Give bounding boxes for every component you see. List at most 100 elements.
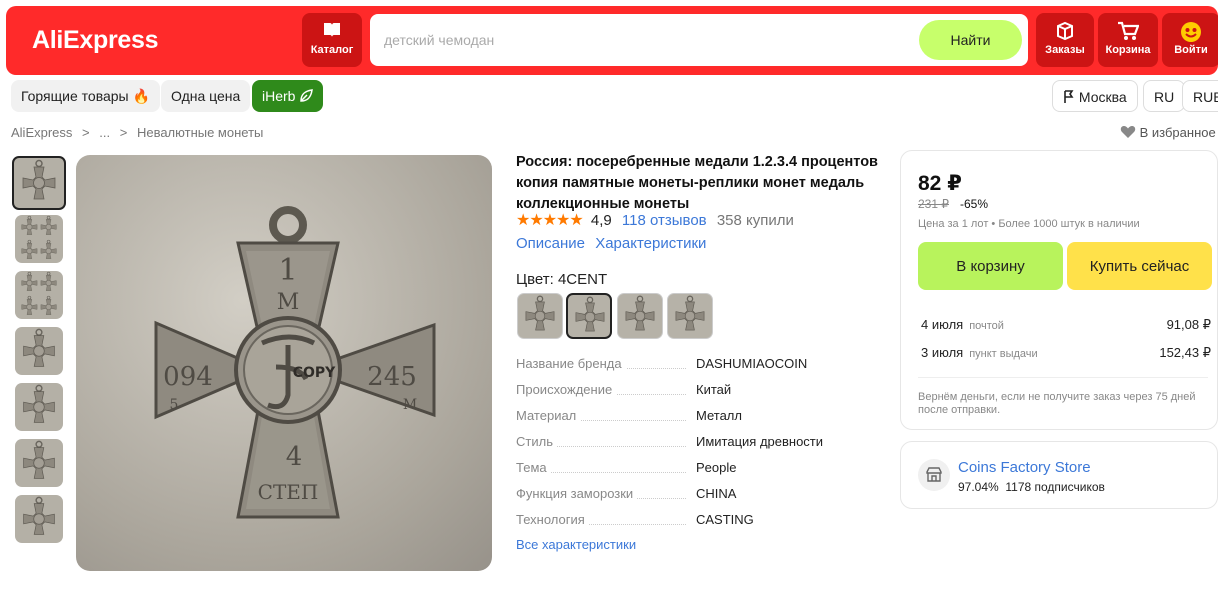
copy-stamp: COPY xyxy=(293,365,336,381)
breadcrumb: AliExpress > ... > Невалютные монеты xyxy=(11,125,269,140)
spec-value: Металл xyxy=(696,408,742,423)
medal-swatch-icon xyxy=(625,295,655,331)
language-selector[interactable]: RU xyxy=(1143,80,1186,112)
medal-text-bottom-word: СТЕП xyxy=(258,480,319,504)
city-label: Москва xyxy=(1078,89,1127,105)
store-followers: 1178 подписчиков xyxy=(1005,480,1105,494)
catalog-button[interactable]: Каталог xyxy=(302,13,362,67)
spec-key: Технология xyxy=(516,512,589,527)
store-name[interactable]: Coins Factory Store xyxy=(958,459,1091,476)
heart-icon xyxy=(1120,125,1140,140)
star-rating-icon: ★★★★★ xyxy=(516,212,584,229)
tab-description[interactable]: Описание xyxy=(516,235,585,252)
breadcrumb-separator: > xyxy=(82,125,90,140)
store-meta: 97.04% 1178 подписчиков xyxy=(958,480,1105,494)
catalog-label: Каталог xyxy=(310,44,354,56)
shipping-date: 3 июля xyxy=(921,345,964,360)
medal-text-bottom: 4 xyxy=(286,442,303,472)
search-input[interactable] xyxy=(384,14,904,66)
thumbnail-5[interactable] xyxy=(15,383,63,431)
spec-row: Стиль Имитация древности xyxy=(516,434,876,460)
location-pin-icon xyxy=(1063,89,1079,105)
orders-label: Заказы xyxy=(1045,44,1085,56)
discount-badge: -65% xyxy=(960,197,989,211)
smiley-icon xyxy=(1162,21,1218,42)
search-bar: Найти xyxy=(370,14,1028,66)
buy-now-button[interactable]: Купить сейчас xyxy=(1067,242,1212,290)
product-tabs: Описание Характеристики xyxy=(516,235,712,252)
store-rating: 97.04% xyxy=(958,480,999,494)
product-title: Россия: посеребренные медали 1.2.3.4 про… xyxy=(516,154,878,212)
cart-button[interactable]: Корзина xyxy=(1098,13,1158,67)
medal-thumbnail-icon xyxy=(22,384,56,424)
reviews-link[interactable]: 118 отзывов xyxy=(622,212,707,229)
cart-label: Корзина xyxy=(1105,44,1151,56)
color-swatch-4[interactable] xyxy=(667,293,713,339)
add-to-cart-button[interactable]: В корзину xyxy=(918,242,1063,290)
thumbnail-2[interactable] xyxy=(15,215,63,263)
currency-selector[interactable]: RUB xyxy=(1182,80,1218,112)
login-button[interactable]: Войти xyxy=(1162,13,1218,67)
medal-swatch-icon xyxy=(525,295,555,331)
breadcrumb-ellipsis[interactable]: ... xyxy=(99,125,110,140)
medal-text-right-small: М xyxy=(403,397,417,413)
breadcrumb-home[interactable]: AliExpress xyxy=(11,125,72,140)
medal-thumbnail-icon xyxy=(22,328,56,368)
medal-text-top-letter: М xyxy=(277,290,300,315)
language-label: RU xyxy=(1154,89,1175,105)
iherb-link[interactable]: iHerb xyxy=(252,80,324,112)
refund-note: Вернём деньги, если не получите заказ че… xyxy=(918,391,1196,416)
search-button[interactable]: Найти xyxy=(919,20,1022,60)
spec-row: Происхождение Китай xyxy=(516,382,876,408)
spec-row: Технология CASTING xyxy=(516,512,876,538)
price: 82 ₽ xyxy=(918,172,962,195)
aliexpress-logo[interactable]: AliExpress xyxy=(32,26,159,55)
orders-button[interactable]: Заказы xyxy=(1036,13,1094,67)
one-price-link[interactable]: Одна цена xyxy=(161,80,251,112)
cart-icon xyxy=(1098,21,1158,41)
divider xyxy=(918,377,1208,378)
city-selector[interactable]: Москва xyxy=(1052,80,1138,112)
color-swatch-1[interactable] xyxy=(517,293,563,339)
spec-row: Название бренда DASHUMIAOCOIN xyxy=(516,356,876,382)
spec-key: Стиль xyxy=(516,434,557,449)
spec-value: CHINA xyxy=(696,486,737,501)
tab-specs[interactable]: Характеристики xyxy=(595,235,706,252)
thumbnail-7[interactable] xyxy=(15,495,63,543)
favorites-button[interactable]: В избранное xyxy=(1120,125,1216,140)
rating-value: 4,9 xyxy=(590,212,612,229)
iherb-label: iHerb xyxy=(262,88,296,104)
shipping-option[interactable]: 3 июля пункт выдачи 152,43 ₽ xyxy=(921,345,1211,360)
breadcrumb-separator: > xyxy=(119,125,128,140)
thumbnail-1[interactable] xyxy=(12,156,66,210)
hot-deals-link[interactable]: Горящие товары 🔥 xyxy=(11,80,160,112)
shipping-option[interactable]: 4 июля почтой 91,08 ₽ xyxy=(921,317,1211,332)
one-price-label: Одна цена xyxy=(171,88,241,104)
spec-value: DASHUMIAOCOIN xyxy=(696,356,808,371)
spec-value: People xyxy=(696,460,737,475)
spec-value: Имитация древности xyxy=(696,434,824,449)
medal-thumbnail-icon xyxy=(22,496,56,536)
product-main-image[interactable]: 1 М 094 5 245 М 4 СТЕП COPY xyxy=(76,155,492,571)
spec-key: Происхождение xyxy=(516,382,617,397)
thumbnail-3[interactable] xyxy=(15,271,63,319)
thumbnail-6[interactable] xyxy=(15,439,63,487)
favorites-label: В избранное xyxy=(1139,125,1216,140)
old-price: 231 ₽ xyxy=(918,197,949,211)
box-icon xyxy=(1036,21,1094,41)
breadcrumb-category[interactable]: Невалютные монеты xyxy=(137,125,263,140)
medal-thumbnail-icon xyxy=(21,215,57,260)
spec-row: Функция заморозки CHINA xyxy=(516,486,876,512)
color-swatch-3[interactable] xyxy=(617,293,663,339)
thumbnail-4[interactable] xyxy=(15,327,63,375)
all-specs-link[interactable]: Все характеристики xyxy=(516,537,636,552)
store-card[interactable]: Coins Factory Store 97.04% 1178 подписчи… xyxy=(900,441,1218,509)
medal-text-top: 1 xyxy=(278,253,297,288)
medal-text-left: 094 xyxy=(163,362,213,392)
spec-row: Материал Металл xyxy=(516,408,876,434)
medal-text-left-small: 5 xyxy=(170,397,179,413)
color-swatch-2[interactable] xyxy=(566,293,612,339)
medal-text-right: 245 xyxy=(367,362,417,392)
spec-key: Название бренда xyxy=(516,356,626,371)
rating-row: ★★★★★ 4,9 118 отзывов 358 купили xyxy=(516,210,794,230)
